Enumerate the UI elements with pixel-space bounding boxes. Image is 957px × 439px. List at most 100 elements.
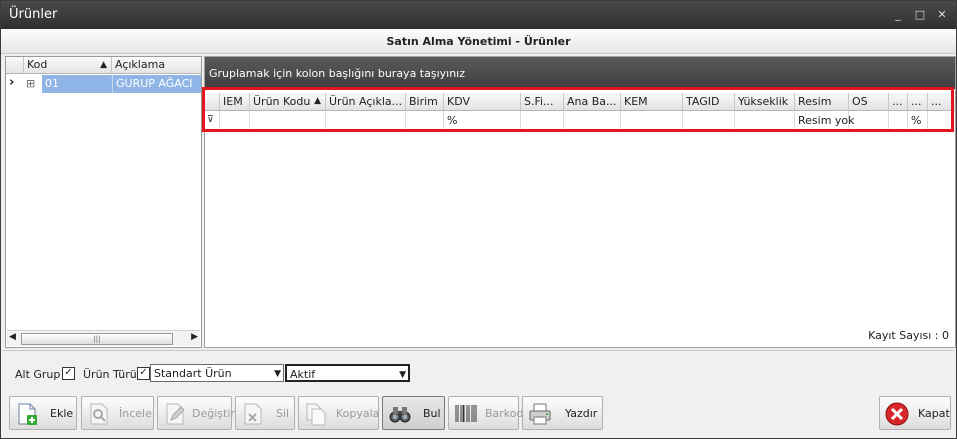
ekle-label: Ekle [50,407,74,420]
durum-select[interactable]: Aktif ▼ [285,364,410,382]
incele-label: İncele [119,407,152,420]
alt-grup-label: Alt Grup [15,368,61,381]
maximize-button[interactable]: □ [911,7,929,23]
bul-label: Bul [423,407,441,420]
scroll-thumb[interactable]: ||| [21,333,173,345]
scroll-left-icon[interactable]: ◀ [9,332,16,342]
urun-turu-value: Standart Ürün [154,367,232,380]
filter-icon: ⊽ [205,111,220,130]
filter-cell-sfiyat[interactable] [521,111,564,130]
grid-col-birim[interactable]: Birim [406,93,444,110]
tree-indicator-header [6,57,24,73]
ekle-button[interactable]: Ekle [9,396,77,430]
page-title: Satın Alma Yönetimi - Ürünler [1,29,956,54]
magnifier-icon [90,403,108,425]
record-count: Kayıt Sayısı : 0 [868,329,949,342]
grid-col-kem[interactable]: KEM [621,93,683,110]
grid-col-yukseklik[interactable]: Yükseklik [735,93,795,110]
tree-horizontal-scrollbar[interactable]: ◀ ||| ▶ [7,330,200,346]
alt-grup-checkbox[interactable]: ✓ [62,367,75,380]
grid-col-kdv[interactable]: KDV [444,93,521,110]
filter-row[interactable]: ⊽ % Resim yok % [205,111,955,131]
grid-col-more-2[interactable]: ... [908,93,928,110]
grid-col-urun-kodu-label: Ürün Kodu [253,95,311,108]
edit-icon [166,403,185,425]
filter-cell-urun-kodu[interactable] [250,111,326,130]
kopyala-label: Kopyala [336,407,380,420]
kopyala-button[interactable]: Kopyala [298,396,379,430]
copy-icon [306,403,326,426]
filter-cell-urun-aciklama[interactable] [326,111,406,130]
grid-col-ana-barkod[interactable]: Ana Ba... [564,93,621,110]
kapat-label: Kapat [918,407,950,420]
grid-col-os[interactable]: OS [849,93,889,110]
sort-asc-icon: ▲ [314,96,321,106]
title-bar: Ürünler _ □ ✕ [1,1,956,29]
tree-col-kod-label: Kod [27,58,48,71]
grid-col-resim[interactable]: Resim [795,93,849,110]
filter-cell-tagid[interactable] [683,111,735,130]
barcode-icon [455,405,477,422]
filter-cell-more-1[interactable] [889,111,908,130]
chevron-down-icon: ▼ [399,370,406,380]
filter-cell-more-2[interactable]: % [908,111,928,130]
filter-cell-ana-barkod[interactable] [564,111,621,130]
filter-cell-birim[interactable] [406,111,444,130]
filter-cell-kem[interactable] [621,111,683,130]
window-title: Ürünler [9,7,58,22]
degistir-label: Değiştir [192,407,235,420]
filter-bar: Alt Grup ✓ Ürün Türü ✓ Standart Ürün ▼ A… [1,361,956,385]
grid-col-more-3[interactable]: ... [928,93,953,110]
grid-col-tagid[interactable]: TAGID [683,93,735,110]
yazdir-button[interactable]: Yazdır [522,396,603,430]
kapat-button[interactable]: Kapat [879,396,951,430]
group-tree[interactable]: Kod ▲ Açıklama › ⊞ 01 GURUP AĞACI ◀ ||| … [5,56,202,348]
action-toolbar: Ekle İncele Değiştir Sil Kopyala Bul Bar… [1,392,956,436]
add-document-icon [18,403,37,425]
filter-cell-os[interactable] [849,111,889,130]
filter-cell-iem[interactable] [220,111,250,130]
filter-cell-resim[interactable]: Resim yok [795,111,855,130]
grid-col-urun-kodu[interactable]: Ürün Kodu ▲ [250,93,326,110]
grid-col-urun-aciklama[interactable]: Ürün Açıkla... [326,93,406,110]
urun-turu-label: Ürün Türü [83,368,137,381]
tree-cell-aciklama[interactable]: GURUP AĞACI [112,75,201,93]
group-by-panel[interactable]: Gruplamak için kolon başlığını buraya ta… [205,57,955,89]
tree-cell-kod[interactable]: 01 [42,75,112,93]
divider [3,350,954,351]
tree-col-aciklama[interactable]: Açıklama [112,57,201,73]
close-window-button[interactable]: ✕ [933,7,951,23]
grid-col-sfiyat[interactable]: S.Fi... [521,93,564,110]
barkod-label: Barkod [485,407,524,420]
scroll-grip-icon: ||| [93,335,101,343]
scroll-right-icon[interactable]: ▶ [191,332,198,342]
sil-label: Sil [276,407,290,420]
row-indicator-icon: › [9,75,15,90]
grid-col-iem[interactable]: IEM [220,93,250,110]
sil-button[interactable]: Sil [235,396,295,430]
tree-col-kod[interactable]: Kod ▲ [24,57,112,73]
expand-icon[interactable]: ⊞ [26,75,40,93]
tree-header: Kod ▲ Açıklama [6,57,201,74]
urun-turu-checkbox[interactable]: ✓ [137,367,150,380]
binoculars-icon [389,407,411,423]
bul-button[interactable]: Bul [382,396,445,430]
degistir-button[interactable]: Değiştir [157,396,235,430]
grid-col-more-1[interactable]: ... [889,93,908,110]
filter-cell-kdv[interactable]: % [444,111,521,130]
filter-cell-yukseklik[interactable] [735,111,795,130]
durum-value: Aktif [290,368,316,381]
window: Ürünler _ □ ✕ Satın Alma Yönetimi - Ürün… [0,0,957,439]
minimize-button[interactable]: _ [889,7,907,23]
grid-indicator-header [205,93,220,110]
delete-document-icon [244,403,262,425]
chevron-down-icon: ▼ [274,369,281,379]
sort-asc-icon: ▲ [100,60,107,70]
barkod-button[interactable]: Barkod [448,396,524,430]
tree-row[interactable]: › ⊞ 01 GURUP AĞACI [6,75,201,93]
incele-button[interactable]: İncele [81,396,154,430]
filter-cell-more-3[interactable] [928,111,953,130]
urun-turu-select[interactable]: Standart Ürün ▼ [150,364,284,382]
printer-icon [529,403,551,425]
products-grid[interactable]: Gruplamak için kolon başlığını buraya ta… [204,56,956,348]
